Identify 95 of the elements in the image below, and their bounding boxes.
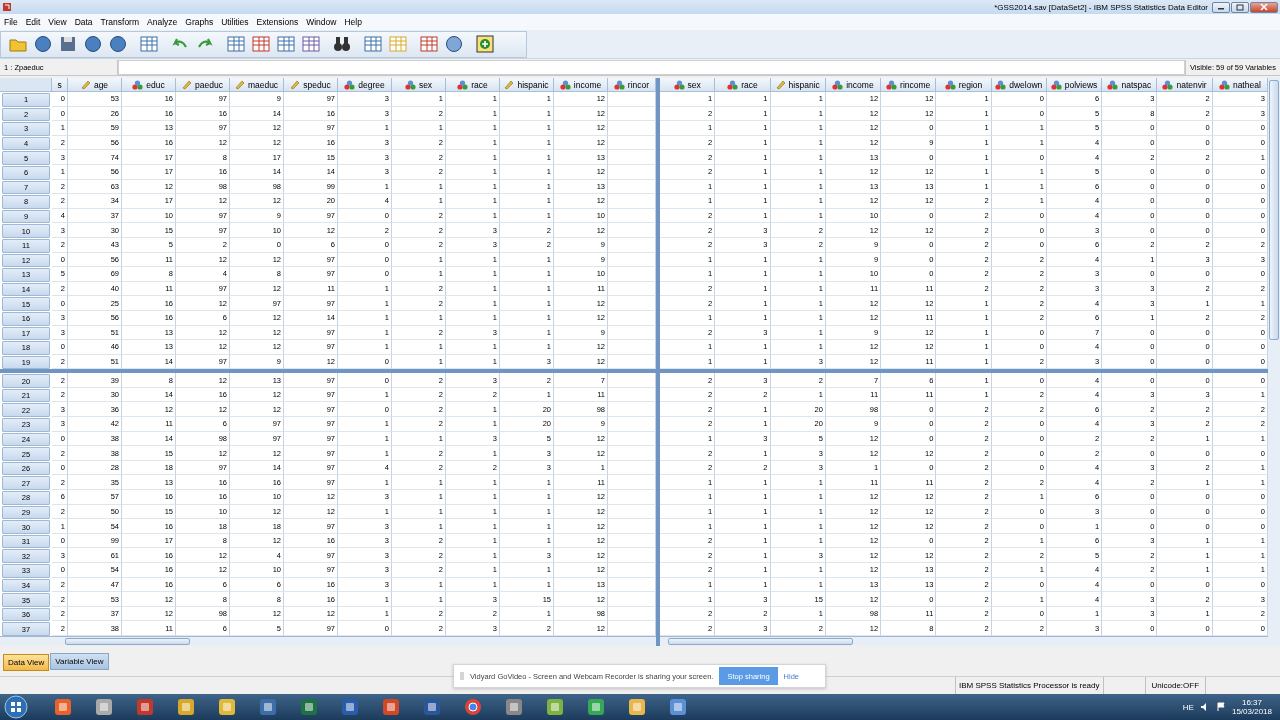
column-header[interactable]: race <box>715 78 771 92</box>
table-icon[interactable] <box>363 34 383 54</box>
view-tab[interactable]: Variable View <box>50 652 109 670</box>
column-name: natspac <box>1121 79 1152 90</box>
app-icon[interactable] <box>258 698 277 716</box>
vertical-scrollbar[interactable] <box>1268 78 1280 646</box>
column-header[interactable]: speduc <box>284 78 338 92</box>
column-header[interactable]: natspac <box>1102 78 1158 92</box>
round-app-icon[interactable] <box>463 698 482 716</box>
column-header[interactable]: s <box>52 78 68 92</box>
app-icon[interactable] <box>381 698 400 716</box>
menu-item[interactable]: Transform <box>98 17 146 27</box>
horizontal-scrollbar[interactable] <box>660 636 1268 646</box>
maximize-icon <box>1236 3 1244 11</box>
app-icon[interactable] <box>94 698 113 716</box>
column-header[interactable]: maeduc <box>230 78 284 92</box>
menu-item[interactable]: File <box>2 17 24 27</box>
menu-item[interactable]: Utilities <box>219 17 255 27</box>
menu-item[interactable]: Edit <box>23 17 47 27</box>
column-name: educ <box>146 79 165 90</box>
close-button[interactable] <box>1250 1 1278 13</box>
column-name: age <box>93 79 109 90</box>
app-icon[interactable] <box>586 698 605 716</box>
app-icon[interactable] <box>627 698 646 716</box>
table-icon[interactable] <box>139 34 159 54</box>
column-header[interactable]: polviews <box>1046 78 1103 92</box>
window-title: *GSS2014.sav [DataSet2] - IBM SPSS Statistics Data Editor <box>994 2 1208 12</box>
cell-editor-field[interactable] <box>118 59 1185 75</box>
start-button[interactable] <box>4 695 28 719</box>
app-icon[interactable] <box>299 698 318 716</box>
column-name: rincor <box>627 79 650 90</box>
menu-item[interactable]: Data <box>72 17 99 27</box>
app-icon[interactable] <box>668 698 687 716</box>
clock[interactable]: 16:37 15/03/2018 <box>1231 698 1272 716</box>
flag-icon[interactable] <box>1215 702 1226 712</box>
menu-item[interactable]: Help <box>342 17 368 27</box>
column-header[interactable]: rincor <box>608 78 656 92</box>
column-name: sex <box>687 79 701 90</box>
column-header[interactable]: dwelown <box>991 78 1047 92</box>
column-name: region <box>958 79 983 90</box>
binoculars-icon[interactable] <box>332 34 352 54</box>
column-header[interactable]: educ <box>122 78 176 92</box>
column-name: natheal <box>1232 79 1261 90</box>
column-name: sex <box>418 79 433 90</box>
column-name: income <box>573 79 602 90</box>
app-icon[interactable] <box>545 698 564 716</box>
column-name: degree <box>358 79 385 90</box>
app-logo-icon <box>2 2 12 12</box>
horizontal-scrollbar[interactable] <box>0 636 656 646</box>
column-name: race <box>741 79 758 90</box>
app-icon[interactable] <box>340 698 359 716</box>
column-header[interactable]: income <box>825 78 882 92</box>
column-header[interactable]: hispanic <box>770 78 826 92</box>
app-icon[interactable] <box>504 698 523 716</box>
column-name: s <box>57 79 62 90</box>
app-icon[interactable] <box>135 698 154 716</box>
column-header[interactable]: race <box>446 78 500 92</box>
column-header[interactable]: natheal <box>1212 78 1268 92</box>
column-name: hispanic <box>517 79 549 90</box>
app-icon[interactable] <box>53 698 72 716</box>
grip-icon <box>460 672 464 680</box>
column-name: dwelown <box>1009 79 1043 90</box>
column-name: maeduc <box>247 79 279 90</box>
menu-item[interactable]: Graphs <box>183 17 220 27</box>
column-name: rincome <box>900 79 931 90</box>
minimize-button[interactable] <box>1212 1 1230 13</box>
column-header[interactable]: natenvir <box>1157 78 1213 92</box>
column-name: natenvir <box>1176 79 1207 90</box>
column-name: income <box>846 79 874 90</box>
column-name: race <box>471 79 488 90</box>
column-header[interactable]: paeduc <box>176 78 230 92</box>
column-header[interactable]: age <box>68 78 122 92</box>
close-icon <box>1260 3 1268 11</box>
column-header[interactable]: income <box>554 78 608 92</box>
column-name: speduc <box>303 79 331 90</box>
column-header[interactable]: sex <box>392 78 446 92</box>
column-name: hispanic <box>788 79 820 90</box>
column-header[interactable]: degree <box>338 78 392 92</box>
view-tab[interactable]: Data View <box>3 653 50 671</box>
column-header[interactable]: hispanic <box>500 78 554 92</box>
menu-item[interactable]: Analyze <box>145 17 184 27</box>
app-icon[interactable] <box>217 698 236 716</box>
column-header[interactable]: region <box>936 78 992 92</box>
app-icon[interactable] <box>176 698 195 716</box>
app-icon[interactable] <box>422 698 441 716</box>
menu-item[interactable]: Window <box>304 17 343 27</box>
column-header[interactable]: rincome <box>881 78 937 92</box>
language-indicator[interactable]: HE <box>1182 702 1194 712</box>
column-header[interactable]: sex <box>660 78 716 92</box>
column-name: paeduc <box>195 79 223 90</box>
menu-item[interactable]: Extensions <box>254 17 305 27</box>
menu-item[interactable]: View <box>46 17 73 27</box>
corner-cell[interactable] <box>0 78 52 92</box>
column-name: polviews <box>1064 79 1098 90</box>
plus-icon[interactable] <box>475 34 495 54</box>
